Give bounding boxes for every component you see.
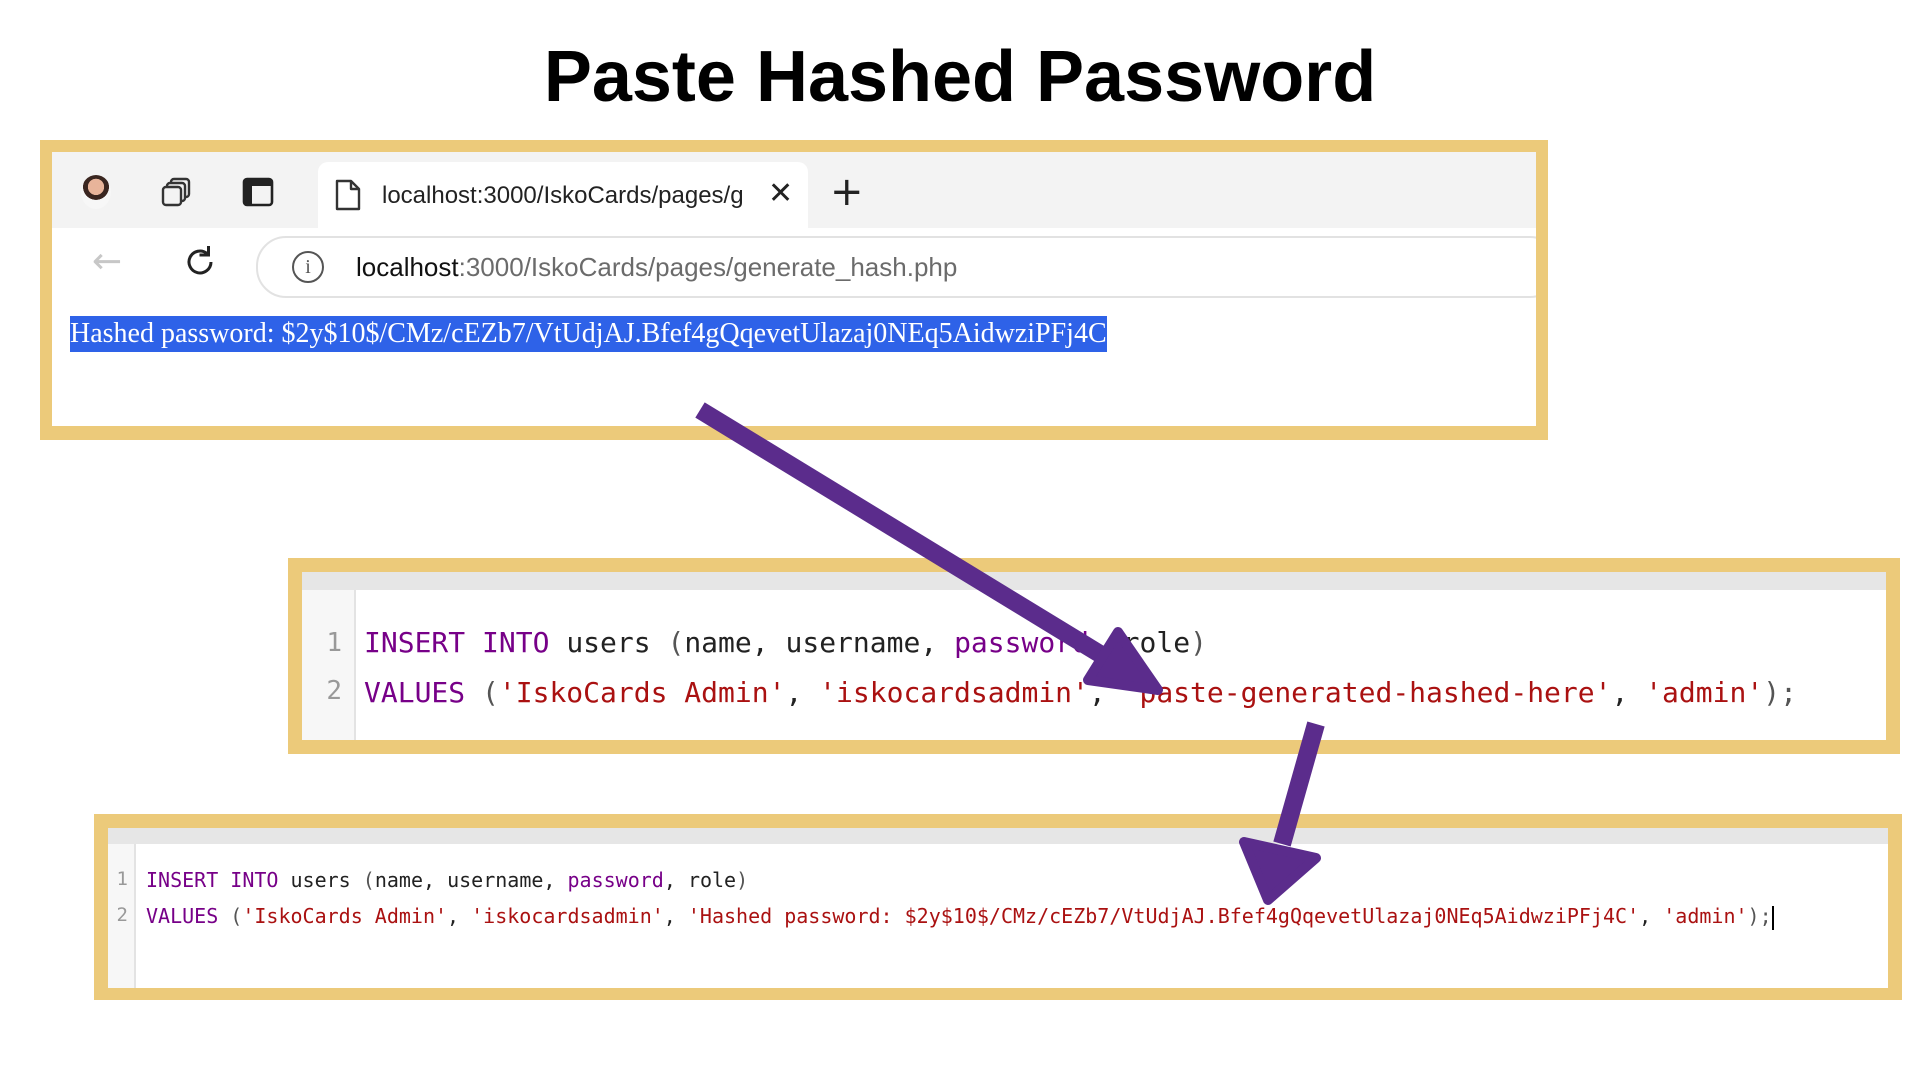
sql-keyword: INTO (482, 626, 550, 659)
sql-keyword: VALUES (364, 676, 466, 709)
line-number: 2 (326, 676, 342, 706)
open-paren: ( (667, 626, 685, 659)
vertical-tabs-icon[interactable] (238, 174, 278, 210)
sql-keyword: INSERT (146, 868, 219, 892)
browser-window: localhost:3000/IskoCards/pages/g ✕ + ← i… (52, 152, 1536, 426)
editor-top-bar (302, 572, 1886, 590)
sql-editor-after-frame: 1 2 INSERT INTO users (name, username, p… (94, 814, 1902, 1000)
open-paren: ( (230, 904, 243, 928)
code-line-2[interactable]: VALUES ('IskoCards Admin', 'iskocardsadm… (146, 904, 1774, 930)
line-number: 1 (326, 628, 342, 658)
code-line-2[interactable]: VALUES ('IskoCards Admin', 'iskocardsadm… (364, 676, 1797, 709)
profile-avatar[interactable] (76, 174, 116, 210)
separator: , (447, 904, 472, 928)
navigation-toolbar: ← i localhost:3000/IskoCards/pages/gener… (52, 228, 1536, 300)
separator: , (920, 626, 955, 659)
column-name: password (567, 868, 664, 892)
column-name: password (954, 626, 1089, 659)
address-bar[interactable]: i localhost:3000/IskoCards/pages/generat… (256, 236, 1536, 298)
string-literal: 'admin' (1663, 904, 1748, 928)
url-host: localhost (356, 252, 459, 282)
column-name: name (374, 868, 423, 892)
sql-keyword: INTO (230, 868, 279, 892)
sql-keyword: VALUES (146, 904, 219, 928)
table-name: users (566, 626, 651, 659)
string-literal: 'IskoCards Admin' (242, 904, 448, 928)
editor-top-bar (108, 828, 1888, 844)
separator: , (1611, 676, 1646, 709)
url-path: :3000/IskoCards/pages/generate_hash.php (458, 252, 958, 282)
statement-end: ); (1763, 676, 1797, 709)
line-number-gutter: 1 2 (302, 590, 356, 740)
hash-placeholder-literal: 'paste-generated-hashed-here' (1122, 676, 1612, 709)
separator: , (751, 626, 786, 659)
reload-icon[interactable] (180, 242, 220, 282)
page-content: Hashed password: $2y$10$/CMz/cEZb7/VtUdj… (52, 300, 1536, 426)
tab-strip: localhost:3000/IskoCards/pages/g ✕ + (52, 152, 1536, 228)
line-number: 2 (116, 904, 128, 926)
info-icon[interactable]: i (292, 251, 324, 283)
separator: , (785, 676, 820, 709)
text-cursor (1771, 905, 1774, 930)
string-literal: 'iskocardsadmin' (471, 904, 664, 928)
tab-label: localhost:3000/IskoCards/pages/g (382, 182, 744, 209)
close-icon[interactable]: ✕ (768, 176, 793, 211)
close-paren: ) (736, 868, 749, 892)
separator: , (663, 868, 688, 892)
workspaces-icon[interactable] (158, 174, 198, 210)
statement-end: ); (1747, 904, 1772, 928)
string-literal: 'iskocardsadmin' (819, 676, 1089, 709)
separator: , (1088, 676, 1123, 709)
separator: , (423, 868, 448, 892)
new-tab-button[interactable]: + (830, 172, 864, 212)
column-name: role (687, 868, 737, 892)
string-literal: 'admin' (1645, 676, 1764, 709)
sql-editor-before[interactable]: 1 2 INSERT INTO users (name, username, p… (302, 572, 1886, 740)
column-name: username (785, 626, 921, 659)
hashed-password-text[interactable]: Hashed password: $2y$10$/CMz/cEZb7/VtUdj… (70, 316, 1107, 352)
table-name: users (290, 868, 351, 892)
close-paren: ) (1190, 626, 1207, 659)
back-arrow-icon[interactable]: ← (92, 242, 122, 282)
pasted-hash-literal: 'Hashed password: $2y$10$/CMz/cEZb7/VtUd… (687, 904, 1640, 928)
separator: , (1088, 626, 1123, 659)
page-icon (334, 178, 362, 216)
sql-editor-after[interactable]: 1 2 INSERT INTO users (name, username, p… (108, 828, 1888, 988)
browser-screenshot-frame: localhost:3000/IskoCards/pages/g ✕ + ← i… (40, 140, 1548, 440)
line-number-gutter: 1 2 (108, 844, 136, 988)
string-literal: 'IskoCards Admin' (498, 676, 786, 709)
sql-editor-before-frame: 1 2 INSERT INTO users (name, username, p… (288, 558, 1900, 754)
avatar-icon (81, 175, 111, 209)
url-text: localhost:3000/IskoCards/pages/generate_… (356, 252, 957, 283)
open-paren: ( (362, 868, 375, 892)
column-name: username (447, 868, 544, 892)
separator: , (663, 904, 688, 928)
code-line-1[interactable]: INSERT INTO users (name, username, passw… (146, 868, 748, 892)
code-line-1[interactable]: INSERT INTO users (name, username, passw… (364, 626, 1207, 659)
page-title: Paste Hashed Password (543, 37, 1377, 117)
tab-active[interactable]: localhost:3000/IskoCards/pages/g ✕ (318, 162, 808, 228)
column-name: name (684, 626, 752, 659)
separator: , (1639, 904, 1664, 928)
separator: , (543, 868, 568, 892)
sql-keyword: INSERT (364, 626, 466, 659)
open-paren: ( (482, 676, 499, 709)
column-name: role (1122, 626, 1191, 659)
line-number: 1 (116, 868, 128, 890)
